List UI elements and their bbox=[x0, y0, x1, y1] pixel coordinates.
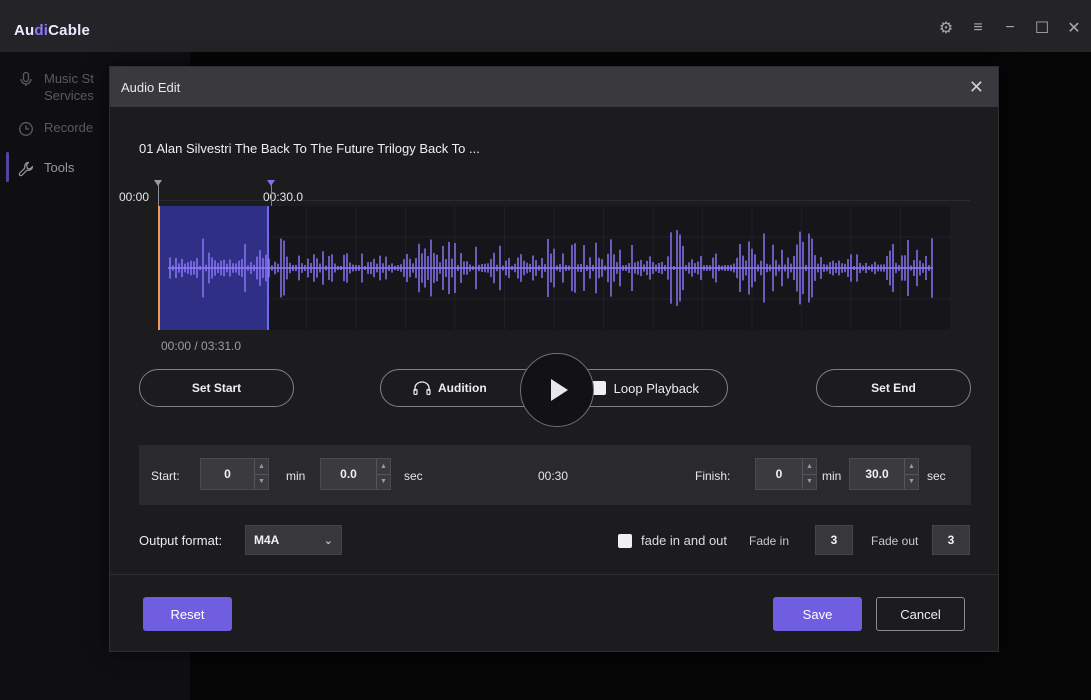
chevron-down-icon[interactable]: ▼ bbox=[255, 473, 268, 490]
save-button[interactable]: Save bbox=[773, 597, 862, 631]
chevron-down-icon[interactable]: ▼ bbox=[803, 473, 816, 490]
start-label: Start: bbox=[151, 469, 180, 483]
chevron-down-icon[interactable]: ▼ bbox=[377, 473, 390, 490]
output-format-label: Output format: bbox=[139, 533, 223, 548]
finish-min-stepper[interactable]: ▲ ▼ bbox=[802, 459, 816, 489]
fade-in-label: Fade in bbox=[749, 534, 790, 548]
audio-edit-dialog: Audio Edit ✕ 01 Alan Silvestri The Back … bbox=[109, 66, 999, 652]
track-title: 01 Alan Silvestri The Back To The Future… bbox=[139, 141, 480, 156]
app-logo: AudiCable bbox=[14, 22, 90, 39]
menu-icon[interactable]: ≡ bbox=[969, 19, 987, 37]
fade-checkbox-box[interactable] bbox=[618, 533, 632, 548]
start-marker-handle[interactable] bbox=[154, 180, 162, 186]
dialog-header: Audio Edit ✕ bbox=[110, 67, 998, 107]
finish-min-unit: min bbox=[822, 469, 842, 483]
set-end-label: Set End bbox=[871, 381, 916, 395]
output-format-select[interactable]: M4A ⌄ bbox=[245, 525, 342, 555]
end-marker-handle[interactable] bbox=[267, 180, 275, 186]
chevron-down-icon[interactable]: ▼ bbox=[905, 473, 918, 490]
fade-in-field[interactable]: 3 bbox=[815, 525, 853, 555]
finish-sec-stepper[interactable]: ▲ ▼ bbox=[904, 459, 918, 489]
finish-min-field[interactable]: 0 ▲ ▼ bbox=[755, 458, 817, 490]
chevron-down-icon: ⌄ bbox=[323, 534, 333, 547]
minimize-icon[interactable]: − bbox=[1001, 19, 1019, 37]
dialog-title: Audio Edit bbox=[121, 80, 181, 95]
start-sec-unit: sec bbox=[404, 469, 423, 483]
window-controls: ⚙ ≡ − ☐ ✕ bbox=[937, 18, 1083, 38]
fade-out-value: 3 bbox=[947, 533, 955, 547]
save-label: Save bbox=[802, 606, 833, 622]
fade-out-label: Fade out bbox=[871, 534, 919, 548]
fade-out-field[interactable]: 3 bbox=[932, 525, 970, 555]
reset-button[interactable]: Reset bbox=[143, 597, 232, 631]
finish-label: Finish: bbox=[695, 469, 731, 483]
loop-playback-label: Loop Playback bbox=[613, 380, 699, 396]
cancel-button[interactable]: Cancel bbox=[876, 597, 965, 631]
audition-label: Audition bbox=[438, 381, 487, 395]
waveform-graph bbox=[158, 206, 950, 330]
fade-in-value: 3 bbox=[830, 533, 838, 547]
start-sec-stepper[interactable]: ▲ ▼ bbox=[376, 459, 390, 489]
fade-in-out-checkbox[interactable]: fade in and out bbox=[618, 533, 727, 548]
set-start-button[interactable]: Set Start bbox=[139, 369, 294, 407]
set-start-label: Set Start bbox=[191, 381, 242, 395]
finish-min-value: 0 bbox=[775, 467, 783, 481]
output-format-value: M4A bbox=[254, 533, 280, 547]
close-icon[interactable]: ✕ bbox=[969, 77, 984, 98]
finish-sec-unit: sec bbox=[927, 469, 946, 483]
play-icon bbox=[550, 379, 568, 401]
finish-sec-field[interactable]: 30.0 ▲ ▼ bbox=[849, 458, 919, 490]
chevron-up-icon[interactable]: ▲ bbox=[803, 459, 816, 474]
finish-sec-value: 30.0 bbox=[865, 467, 889, 481]
playhead-line bbox=[158, 206, 160, 330]
chevron-up-icon[interactable]: ▲ bbox=[377, 459, 390, 474]
chevron-up-icon[interactable]: ▲ bbox=[905, 459, 918, 474]
close-window-icon[interactable]: ✕ bbox=[1065, 18, 1083, 38]
play-button[interactable] bbox=[520, 353, 594, 427]
maximize-icon[interactable]: ☐ bbox=[1033, 18, 1051, 38]
timeline-start-label: 00:00 bbox=[119, 190, 150, 204]
start-min-value: 0 bbox=[224, 467, 231, 481]
title-bar: AudiCable ⚙ ≡ − ☐ ✕ bbox=[0, 0, 1091, 52]
timeline-end-label: 00:30.0 bbox=[263, 190, 304, 204]
waveform[interactable] bbox=[158, 206, 950, 330]
chevron-up-icon[interactable]: ▲ bbox=[255, 459, 268, 474]
cancel-label: Cancel bbox=[900, 606, 941, 622]
start-min-stepper[interactable]: ▲ ▼ bbox=[254, 459, 268, 489]
start-sec-value: 0.0 bbox=[340, 467, 357, 481]
audition-button[interactable]: Audition bbox=[413, 381, 487, 395]
set-end-button[interactable]: Set End bbox=[816, 369, 971, 407]
time-readout: 00:00 / 03:31.0 bbox=[161, 339, 242, 353]
settings-icon[interactable]: ⚙ bbox=[937, 18, 955, 38]
fade-in-out-label: fade in and out bbox=[641, 533, 728, 548]
duration-value: 00:30 bbox=[538, 469, 569, 483]
start-min-field[interactable]: 0 ▲ ▼ bbox=[200, 458, 269, 490]
loop-playback-checkbox[interactable]: Loop Playback bbox=[591, 380, 699, 396]
headphones-icon bbox=[413, 381, 431, 395]
start-min-unit: min bbox=[286, 469, 306, 483]
time-range-panel: Start: 0 ▲ ▼ min 0.0 ▲ ▼ sec 00:30 Finish:… bbox=[139, 445, 971, 505]
start-sec-field[interactable]: 0.0 ▲ ▼ bbox=[320, 458, 391, 490]
footer-divider bbox=[110, 574, 998, 575]
end-marker-line bbox=[271, 183, 272, 206]
reset-label: Reset bbox=[170, 606, 205, 622]
